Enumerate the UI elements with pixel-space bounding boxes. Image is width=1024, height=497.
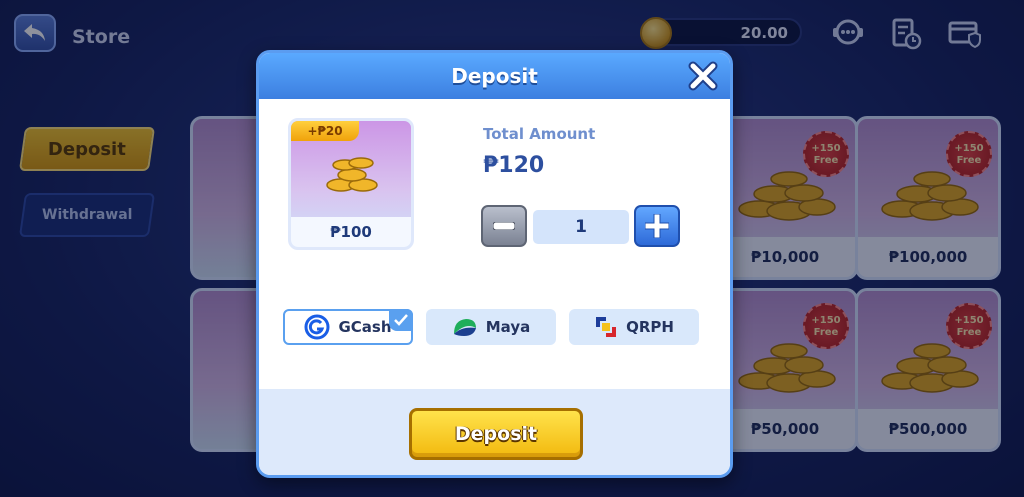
quantity-decrease-button[interactable] <box>481 205 527 247</box>
payment-option-label: Maya <box>485 318 531 336</box>
modal-title: Deposit <box>451 64 538 88</box>
modal-header: Deposit <box>259 53 730 99</box>
payment-option-maya[interactable]: Maya <box>426 309 556 345</box>
deposit-modal: Deposit +₱20 ₱100 Total Amount ₱120 1 GC… <box>256 50 733 478</box>
payment-option-qrph[interactable]: QRPH <box>569 309 699 345</box>
quantity-input[interactable]: 1 <box>533 210 629 244</box>
plus-icon <box>645 214 669 238</box>
payment-option-label: QRPH <box>626 318 674 336</box>
coin-stack-icon <box>326 157 378 192</box>
qrph-logo-icon <box>596 317 617 337</box>
payment-option-gcash[interactable]: GCash <box>283 309 413 345</box>
bonus-tag: +₱20 <box>291 121 359 141</box>
close-button[interactable] <box>686 59 720 93</box>
quantity-increase-button[interactable] <box>634 205 680 247</box>
deposit-button[interactable]: Deposit <box>409 408 583 460</box>
total-amount-value: ₱120 <box>483 153 545 178</box>
close-icon <box>688 61 718 91</box>
product-price: ₱100 <box>291 217 411 247</box>
maya-logo-icon <box>453 319 476 336</box>
payment-option-label: GCash <box>338 318 392 336</box>
total-amount-label: Total Amount <box>483 125 596 143</box>
gcash-logo-icon <box>304 314 330 340</box>
check-icon <box>389 309 413 331</box>
deposit-button-label: Deposit <box>454 423 538 445</box>
minus-icon <box>493 222 515 230</box>
selected-product-card: +₱20 ₱100 <box>288 118 414 250</box>
